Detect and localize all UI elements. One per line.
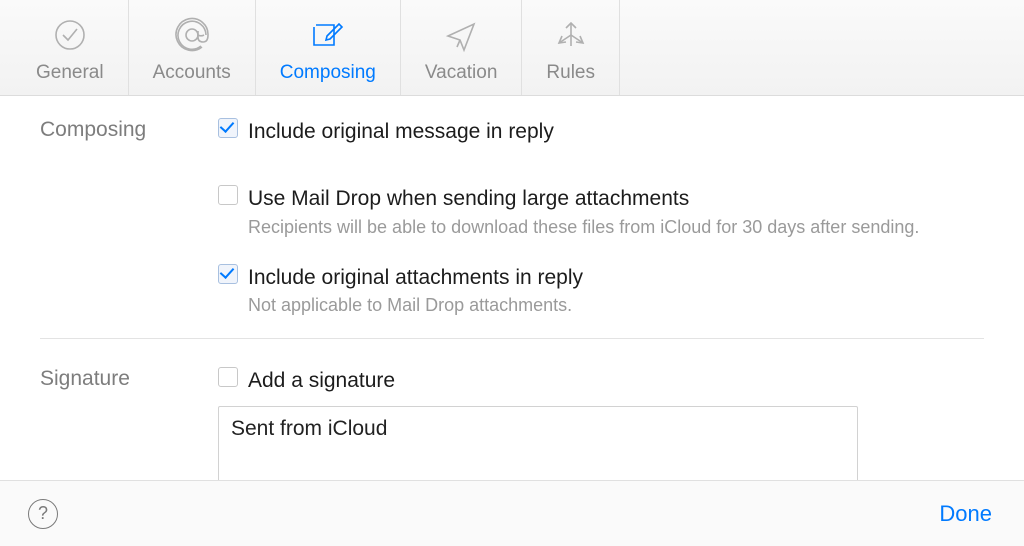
option-add-signature: Add a signature — [218, 363, 984, 400]
at-sign-icon — [171, 14, 213, 56]
checkmark-circle-icon — [49, 14, 91, 56]
checkbox-add-signature[interactable] — [218, 367, 238, 387]
help-icon: ? — [38, 503, 48, 524]
preferences-footer: ? Done — [0, 480, 1024, 546]
checkbox-include-reply[interactable] — [218, 118, 238, 138]
checkbox-include-attachments[interactable] — [218, 264, 238, 284]
option-include-reply: Include original message in reply — [218, 114, 984, 159]
section-title: Signature — [40, 363, 218, 480]
tab-general[interactable]: General — [12, 0, 129, 95]
option-label: Include original message in reply — [248, 118, 554, 145]
signature-textarea[interactable] — [218, 406, 858, 480]
tab-accounts[interactable]: Accounts — [129, 0, 256, 95]
checkbox-mail-drop[interactable] — [218, 185, 238, 205]
help-button[interactable]: ? — [28, 499, 58, 529]
tab-label: Accounts — [153, 62, 231, 84]
preferences-content: Composing Include original message in re… — [0, 96, 1024, 480]
tab-label: General — [36, 62, 104, 84]
section-signature: Signature Add a signature — [0, 339, 1024, 480]
option-label: Include original attachments in reply — [248, 264, 583, 291]
tab-rules[interactable]: Rules — [522, 0, 620, 95]
arrows-icon — [550, 14, 592, 56]
option-hint: Recipients will be able to download thes… — [248, 217, 919, 238]
option-mail-drop: Use Mail Drop when sending large attachm… — [218, 181, 984, 259]
option-hint: Not applicable to Mail Drop attachments. — [248, 295, 583, 316]
tab-composing[interactable]: Composing — [256, 0, 401, 95]
option-label: Use Mail Drop when sending large attachm… — [248, 185, 919, 212]
preferences-tabbar: General Accounts Composing Vacat — [0, 0, 1024, 96]
done-button[interactable]: Done — [935, 495, 996, 533]
section-title: Composing — [40, 114, 218, 338]
compose-icon — [307, 14, 349, 56]
option-label: Add a signature — [248, 367, 395, 394]
tab-label: Rules — [546, 62, 595, 84]
tab-label: Vacation — [425, 62, 498, 84]
option-include-attachments: Include original attachments in reply No… — [218, 260, 984, 338]
section-composing: Composing Include original message in re… — [0, 96, 1024, 338]
airplane-icon — [440, 14, 482, 56]
tab-label: Composing — [280, 62, 376, 84]
tab-vacation[interactable]: Vacation — [401, 0, 523, 95]
